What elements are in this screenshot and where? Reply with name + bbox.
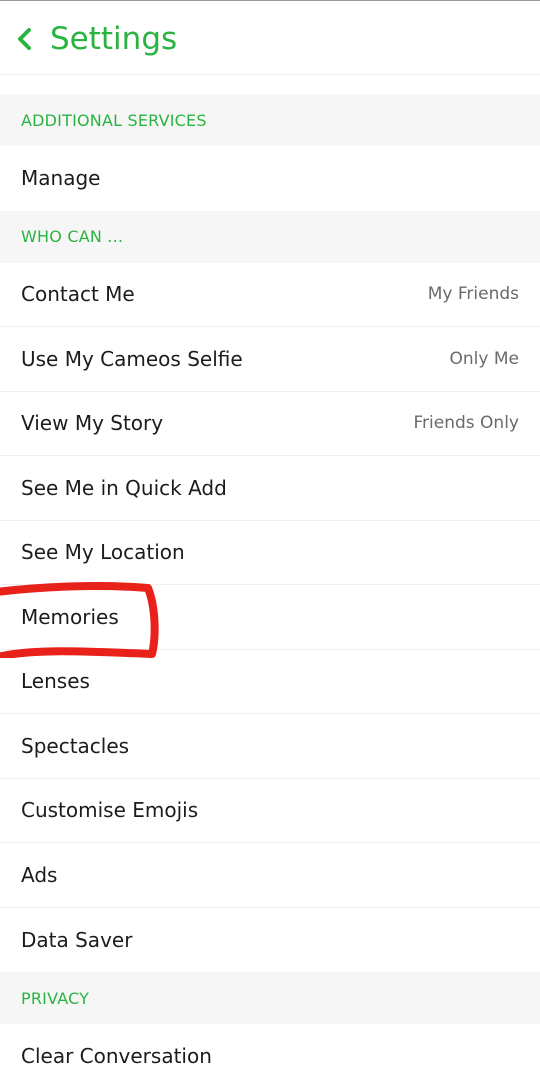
settings-row-quick-add[interactable]: See Me in Quick Add [0, 456, 540, 521]
settings-row-contact-me[interactable]: Contact Me My Friends [0, 262, 540, 327]
settings-row-ads[interactable]: Ads [0, 843, 540, 908]
row-label: Use My Cameos Selfie [21, 346, 243, 371]
row-label: Clear Conversation [21, 1044, 212, 1069]
row-label: Lenses [21, 669, 90, 694]
settings-row-manage[interactable]: Manage [0, 146, 540, 211]
settings-row-location[interactable]: See My Location [0, 520, 540, 585]
row-label: Ads [21, 862, 58, 887]
settings-row-emojis[interactable]: Customise Emojis [0, 778, 540, 843]
settings-row-lenses[interactable]: Lenses [0, 649, 540, 714]
page-title: Settings [50, 21, 178, 57]
row-value: Only Me [449, 348, 519, 369]
section-header-privacy: PRIVACY [0, 972, 540, 1024]
section-header-who-can: WHO CAN ... [0, 210, 540, 263]
row-label: Contact Me [21, 282, 135, 307]
settings-row-clear-conversation[interactable]: Clear Conversation [0, 1024, 540, 1089]
row-label: See Me in Quick Add [21, 475, 227, 500]
settings-row-cameos-selfie[interactable]: Use My Cameos Selfie Only Me [0, 327, 540, 392]
settings-list: ADDITIONAL SERVICES Manage WHO CAN ... C… [0, 94, 540, 1089]
row-value: My Friends [427, 284, 519, 305]
chevron-left-icon[interactable] [15, 27, 35, 51]
header-spacer [0, 75, 540, 94]
row-label: Manage [21, 166, 101, 191]
row-label: See My Location [21, 540, 185, 565]
row-label: Spectacles [21, 733, 130, 758]
section-header-additional-services: ADDITIONAL SERVICES [0, 94, 540, 146]
row-value: Friends Only [413, 413, 519, 434]
settings-row-data-saver[interactable]: Data Saver [0, 907, 540, 972]
settings-row-view-story[interactable]: View My Story Friends Only [0, 391, 540, 456]
row-label: Memories [21, 604, 119, 629]
settings-row-spectacles[interactable]: Spectacles [0, 714, 540, 779]
header-bar: Settings [0, 1, 540, 75]
settings-row-memories[interactable]: Memories [0, 585, 540, 650]
row-label: Customise Emojis [21, 798, 199, 823]
row-label: Data Saver [21, 927, 133, 952]
row-label: View My Story [21, 411, 164, 436]
